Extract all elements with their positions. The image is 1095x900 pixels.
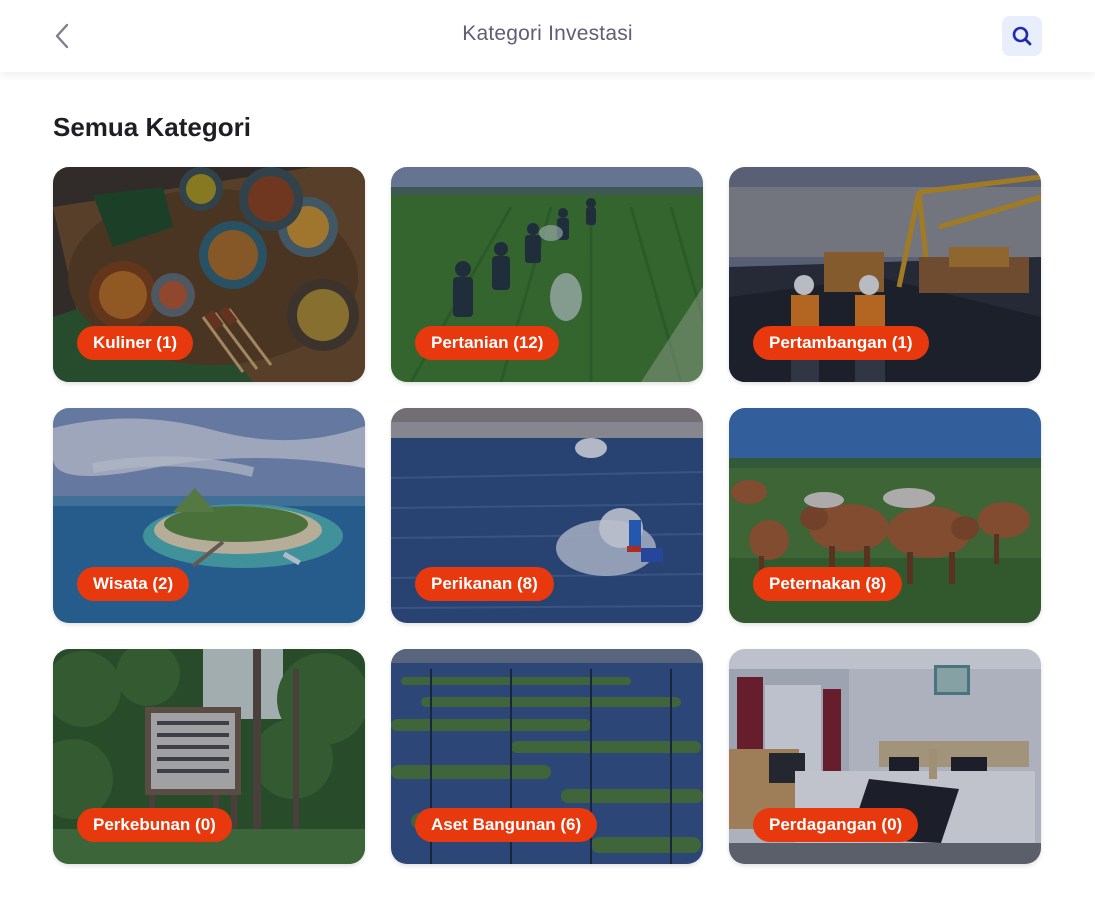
category-label: Pertambangan (1) — [753, 326, 929, 360]
category-label: Aset Bangunan (6) — [415, 808, 598, 842]
section-title: Semua Kategori — [53, 112, 251, 142]
category-card-aset-bangunan[interactable]: Aset Bangunan (6) — [391, 649, 703, 864]
category-card-perkebunan[interactable]: Perkebunan (0) — [53, 649, 365, 864]
search-icon — [1012, 26, 1032, 46]
category-card-pertanian[interactable]: Pertanian (12) — [391, 167, 703, 382]
category-card-pertambangan[interactable]: Pertambangan (1) — [729, 167, 1041, 382]
category-label: Kuliner (1) — [77, 326, 194, 360]
category-label: Peternakan (8) — [753, 567, 903, 601]
category-card-peternakan[interactable]: Peternakan (8) — [729, 408, 1041, 623]
category-card-perdagangan[interactable]: Perdagangan (0) — [729, 649, 1041, 864]
category-card-kuliner[interactable]: Kuliner (1) — [53, 167, 365, 382]
category-card-wisata[interactable]: Wisata (2) — [53, 408, 365, 623]
category-label: Perdagangan (0) — [753, 808, 919, 842]
page-title: Kategori Investasi — [462, 22, 633, 45]
category-label: Wisata (2) — [77, 567, 190, 601]
app-header: Kategori Investasi — [0, 0, 1095, 72]
category-grid: Kuliner (1) Pertanian (12) Pertambangan … — [53, 167, 1041, 864]
category-label: Perikanan (8) — [415, 567, 554, 601]
search-button[interactable] — [1002, 16, 1042, 56]
category-card-perikanan[interactable]: Perikanan (8) — [391, 408, 703, 623]
category-label: Pertanian (12) — [415, 326, 560, 360]
category-label: Perkebunan (0) — [77, 808, 232, 842]
